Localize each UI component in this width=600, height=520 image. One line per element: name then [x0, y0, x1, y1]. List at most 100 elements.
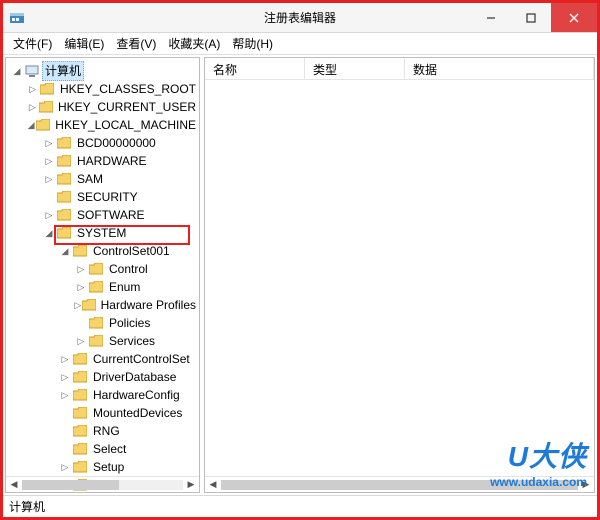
- registry-tree: ◢ 计算机 ▷ HKEY_CLASSES_ROOT ▷ HKEY_CURRENT…: [6, 58, 199, 493]
- collapse-icon[interactable]: ◢: [10, 62, 24, 80]
- tree-enum[interactable]: ▷Enum: [8, 278, 199, 296]
- expand-icon[interactable]: ▷: [26, 80, 40, 98]
- registry-editor-window: 注册表编辑器 文件(F) 编辑(E) 查看(V) 收藏夹(A) 帮助(H) ◢: [0, 0, 600, 520]
- tree-label: Services: [106, 332, 158, 350]
- tree-label: 计算机: [42, 61, 84, 81]
- menu-file[interactable]: 文件(F): [9, 33, 56, 54]
- expand-icon[interactable]: ▷: [42, 134, 56, 152]
- window-title: 注册表编辑器: [3, 9, 597, 26]
- tree-label: CurrentControlSet: [90, 350, 193, 368]
- expand-icon[interactable]: ▷: [74, 260, 88, 278]
- computer-icon: [24, 64, 40, 78]
- folder-icon: [56, 191, 72, 203]
- collapse-icon[interactable]: ◢: [58, 242, 72, 260]
- values-hscrollbar[interactable]: ◀ ▶: [205, 476, 594, 492]
- tree-pane[interactable]: ◢ 计算机 ▷ HKEY_CLASSES_ROOT ▷ HKEY_CURRENT…: [5, 57, 200, 493]
- tree-root[interactable]: ◢ 计算机: [8, 62, 199, 80]
- tree-bcd[interactable]: ▷ BCD00000000: [8, 134, 199, 152]
- expand-icon[interactable]: ▷: [74, 332, 88, 350]
- scroll-right-icon[interactable]: ▶: [183, 477, 199, 493]
- tree-label: DriverDatabase: [90, 368, 179, 386]
- tree-software[interactable]: ▷ SOFTWARE: [8, 206, 199, 224]
- tree-currentcontrolset[interactable]: ▷ CurrentControlSet: [8, 350, 199, 368]
- tree-controlset001[interactable]: ◢ ControlSet001: [8, 242, 199, 260]
- tree-label: SOFTWARE: [74, 206, 148, 224]
- menu-edit[interactable]: 编辑(E): [60, 33, 108, 54]
- expand-icon[interactable]: ▷: [42, 152, 56, 170]
- tree-services[interactable]: ▷ Services: [8, 332, 199, 350]
- tree-hklm[interactable]: ◢ HKEY_LOCAL_MACHINE: [8, 116, 199, 134]
- tree-label: ControlSet001: [90, 242, 173, 260]
- folder-icon: [88, 317, 104, 329]
- expand-icon[interactable]: ▷: [42, 170, 56, 188]
- tree-label: Control: [106, 260, 151, 278]
- tree-label: Policies: [106, 314, 153, 332]
- expand-icon[interactable]: ▷: [58, 350, 72, 368]
- folder-icon: [82, 299, 96, 311]
- scroll-thumb[interactable]: [221, 480, 578, 490]
- folder-icon: [72, 245, 88, 257]
- scroll-left-icon[interactable]: ◀: [205, 477, 221, 493]
- scroll-track[interactable]: [221, 480, 578, 490]
- tree-label: HARDWARE: [74, 152, 150, 170]
- tree-label: MountedDevices: [90, 404, 185, 422]
- folder-icon: [88, 335, 104, 347]
- tree-hkcr[interactable]: ▷ HKEY_CLASSES_ROOT: [8, 80, 199, 98]
- tree-label: HardwareConfig: [90, 386, 183, 404]
- folder-icon: [39, 101, 53, 113]
- tree-hwprofiles[interactable]: ▷ Hardware Profiles: [8, 296, 199, 314]
- tree-label: RNG: [90, 422, 123, 440]
- body: ◢ 计算机 ▷ HKEY_CLASSES_ROOT ▷ HKEY_CURRENT…: [3, 55, 597, 495]
- tree-label: HKEY_CLASSES_ROOT: [57, 80, 199, 98]
- tree-label: Setup: [90, 458, 127, 476]
- tree-mounteddevices[interactable]: MountedDevices: [8, 404, 199, 422]
- col-type[interactable]: 类型: [305, 58, 405, 79]
- scroll-track[interactable]: [22, 480, 183, 490]
- tree-hardwareconfig[interactable]: ▷ HardwareConfig: [8, 386, 199, 404]
- tree-setup[interactable]: ▷ Setup: [8, 458, 199, 476]
- tree-label: SECURITY: [74, 188, 141, 206]
- tree-security[interactable]: SECURITY: [8, 188, 199, 206]
- tree-hardware[interactable]: ▷ HARDWARE: [8, 152, 199, 170]
- expand-icon[interactable]: ▷: [26, 98, 39, 116]
- tree-label: Hardware Profiles: [98, 296, 199, 314]
- col-data[interactable]: 数据: [405, 58, 594, 79]
- folder-icon: [72, 407, 88, 419]
- tree-hscrollbar[interactable]: ◀ ▶: [6, 476, 199, 492]
- expand-icon[interactable]: ▷: [42, 206, 56, 224]
- tree-policies[interactable]: Policies: [8, 314, 199, 332]
- tree-label: BCD00000000: [74, 134, 159, 152]
- folder-icon: [88, 263, 104, 275]
- tree-rng[interactable]: RNG: [8, 422, 199, 440]
- expand-icon[interactable]: ▷: [58, 386, 72, 404]
- expand-icon[interactable]: ▷: [58, 368, 72, 386]
- expand-icon[interactable]: ▷: [58, 458, 72, 476]
- tree-label: Select: [90, 440, 129, 458]
- folder-icon: [56, 155, 72, 167]
- folder-icon: [56, 173, 72, 185]
- values-pane[interactable]: 名称 类型 数据 ◀ ▶: [204, 57, 595, 493]
- collapse-icon[interactable]: ◢: [26, 116, 36, 134]
- tree-control[interactable]: ▷ Control: [8, 260, 199, 278]
- scroll-thumb[interactable]: [22, 480, 119, 490]
- folder-icon: [36, 119, 50, 131]
- tree-label: SYSTEM: [74, 224, 129, 242]
- scroll-right-icon[interactable]: ▶: [578, 477, 594, 493]
- expand-icon[interactable]: ▷: [74, 296, 82, 314]
- scroll-left-icon[interactable]: ◀: [6, 477, 22, 493]
- tree-driverdatabase[interactable]: ▷ DriverDatabase: [8, 368, 199, 386]
- expand-icon[interactable]: ▷: [74, 278, 88, 296]
- menu-help[interactable]: 帮助(H): [228, 33, 277, 54]
- values-list[interactable]: [205, 80, 594, 476]
- col-name[interactable]: 名称: [205, 58, 305, 79]
- tree-select[interactable]: Select: [8, 440, 199, 458]
- menu-favorites[interactable]: 收藏夹(A): [164, 33, 224, 54]
- tree-system[interactable]: ◢ SYSTEM: [8, 224, 199, 242]
- tree-hkcu[interactable]: ▷ HKEY_CURRENT_USER: [8, 98, 199, 116]
- titlebar[interactable]: 注册表编辑器: [3, 3, 597, 33]
- collapse-icon[interactable]: ◢: [42, 224, 56, 242]
- tree-sam[interactable]: ▷SAM: [8, 170, 199, 188]
- folder-icon: [56, 137, 72, 149]
- menu-view[interactable]: 查看(V): [112, 33, 160, 54]
- folder-icon: [72, 389, 88, 401]
